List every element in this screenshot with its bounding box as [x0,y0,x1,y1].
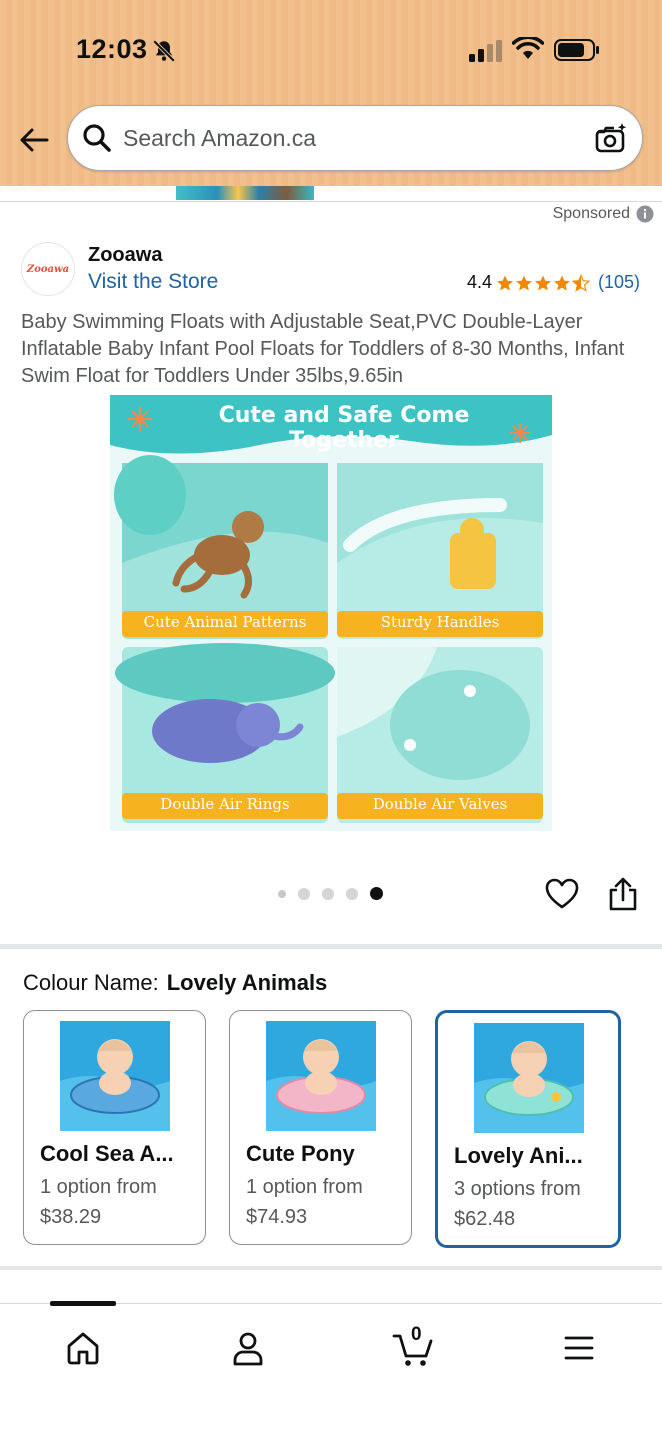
battery-icon [554,39,599,61]
section-divider [0,1266,662,1270]
cart-count: 0 [411,1324,422,1345]
camera-search-icon[interactable] [594,121,628,155]
carousel-dot[interactable] [346,887,358,900]
swatch-image [60,1021,170,1131]
brand-logo[interactable]: Zooawa [21,242,75,296]
brand-name: Zooawa [88,244,163,266]
swatch-name: Cute Pony [246,1141,355,1166]
star-full-icon [535,275,551,290]
carousel-dot-active[interactable] [370,887,383,900]
search-icon [83,124,111,152]
feature-label: Cute Animal Patterns [143,613,307,631]
carousel-dot[interactable] [298,887,310,900]
banner-text: Cute and Safe Come Together [218,403,470,453]
section-divider [0,944,662,949]
app-header: 12:03 [0,0,662,186]
back-arrow-icon[interactable] [16,122,52,158]
swatch-price: $74.93 [246,1206,308,1228]
previous-image-thumbnail [176,186,314,200]
swatch-options-count: 1 option from [246,1176,363,1198]
status-time: 12:03 [76,34,148,64]
search-bar[interactable] [67,105,643,171]
star-full-icon [516,275,532,290]
feature-label: Sturdy Handles [380,613,500,631]
carousel-dot[interactable] [322,887,334,900]
swatch-price: $38.29 [40,1206,102,1228]
brand-logo-text: Zooawa [26,263,70,275]
account-icon[interactable] [228,1328,268,1368]
feature-label: Double Air Rings [160,795,290,813]
colour-option-lovely-animals[interactable]: Lovely Ani... 3 options from $62.48 [435,1010,621,1248]
colour-option-cute-pony[interactable]: Cute Pony 1 option from $74.93 [229,1010,412,1245]
previous-media-strip [0,186,662,202]
swatch-name: Cool Sea A... [40,1141,174,1166]
cellular-signal-icon [469,40,502,62]
heart-icon[interactable] [545,877,579,911]
swatch-price: $62.48 [454,1208,516,1230]
nav-active-indicator [50,1301,116,1306]
menu-icon[interactable] [559,1328,599,1368]
swatch-image [474,1023,584,1133]
bell-off-icon [152,39,176,63]
star-full-icon [554,275,570,290]
colour-selected-value: Lovely Animals [166,970,328,995]
feature-label: Double Air Valves [372,795,508,813]
star-half-icon [571,273,590,292]
product-title[interactable]: Baby Swimming Floats with Adjustable Sea… [21,309,641,390]
colour-option-cool-sea[interactable]: Cool Sea A... 1 option from $38.29 [23,1010,206,1245]
carousel-indicator[interactable] [278,887,383,900]
sponsored-text: Sponsored [552,205,630,222]
sponsored-label[interactable]: Sponsored [553,205,654,223]
colour-name-label: Colour Name: Lovely Animals [23,970,327,996]
product-image[interactable]: Cute and Safe Come Together Cute Animal … [110,395,552,831]
rating-value: 4.4 [466,272,492,292]
rating-count: (105) [597,272,640,292]
search-input[interactable] [123,120,563,156]
bottom-navigation: 0 [0,1301,662,1440]
swatch-options-count: 1 option from [40,1176,157,1198]
swatch-name: Lovely Ani... [454,1143,583,1168]
share-icon[interactable] [607,876,639,912]
wifi-icon [512,37,544,59]
info-icon[interactable] [636,205,654,223]
carousel-dot[interactable] [278,889,286,898]
visit-store-link[interactable]: Visit the Store [88,270,218,294]
rating-summary[interactable]: 4.4 (105) [467,272,640,293]
feature-tile-animal [114,455,328,639]
home-icon[interactable] [63,1328,103,1368]
swatch-options-count: 3 options from [454,1178,581,1200]
colour-label-text: Colour Name: [23,970,159,995]
cart-button[interactable]: 0 [392,1324,436,1368]
star-rating [496,273,590,292]
swatch-image [266,1021,376,1131]
star-full-icon [497,275,513,290]
